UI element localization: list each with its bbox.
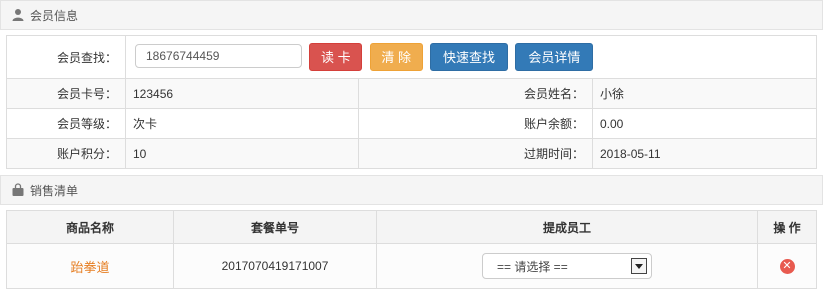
table-row: 跆拳道 2017070419171007 == 请选择 == ✕ [6,243,817,289]
chevron-down-icon [631,258,647,274]
package-no-cell: 2017070419171007 [173,243,377,289]
sales-list-title: 销售清单 [30,183,79,198]
account-points-value: 10 [125,138,359,169]
member-search-input[interactable] [135,44,302,69]
member-detail-button[interactable]: 会员详情 [515,43,594,71]
product-name-link[interactable]: 跆拳道 [70,260,109,275]
member-level-label: 会员等级： [6,108,126,139]
read-card-button[interactable]: 读 卡 [309,43,363,71]
account-balance-value: 0.00 [592,108,817,139]
member-name-label: 会员姓名： [358,78,593,109]
quick-search-button[interactable]: 快速查找 [430,43,509,71]
card-no-label: 会员卡号： [6,78,126,109]
col-actions: 操 作 [757,210,817,244]
user-icon [11,8,25,22]
col-package-no: 套餐单号 [173,210,377,244]
clear-button[interactable]: 清 除 [369,43,423,71]
member-name-value: 小徐 [592,78,817,109]
member-info-header: 会员信息 [0,0,823,30]
card-no-value: 123456 [125,78,359,109]
sales-list-panel: 销售清单 商品名称 套餐单号 提成员工 操 作 跆拳道 201707041917… [0,175,823,295]
staff-select-value: == 请选择 == [497,259,568,274]
member-info-panel: 会员信息 会员查找： 读 卡 清 除 快速查找 会员详情 会员卡号： 12345… [0,0,823,175]
member-level-value: 次卡 [125,108,359,139]
account-points-label: 账户积分： [6,138,126,169]
member-search-label: 会员查找： [6,35,126,79]
delete-icon[interactable]: ✕ [779,259,795,274]
sales-list-header: 销售清单 [0,175,823,205]
sales-table: 商品名称 套餐单号 提成员工 操 作 跆拳道 2017070419171007 … [6,210,817,289]
expire-date-label: 过期时间： [358,138,593,169]
col-product-name: 商品名称 [6,210,174,244]
member-info-title: 会员信息 [30,8,79,23]
staff-select[interactable]: == 请选择 == [482,253,652,279]
shopping-bag-icon [11,183,25,197]
col-commission-staff: 提成员工 [376,210,758,244]
member-info-table: 会员查找： 读 卡 清 除 快速查找 会员详情 会员卡号： 123456 会员姓… [6,35,817,169]
expire-date-value: 2018-05-11 [592,138,817,169]
account-balance-label: 账户余额： [358,108,593,139]
